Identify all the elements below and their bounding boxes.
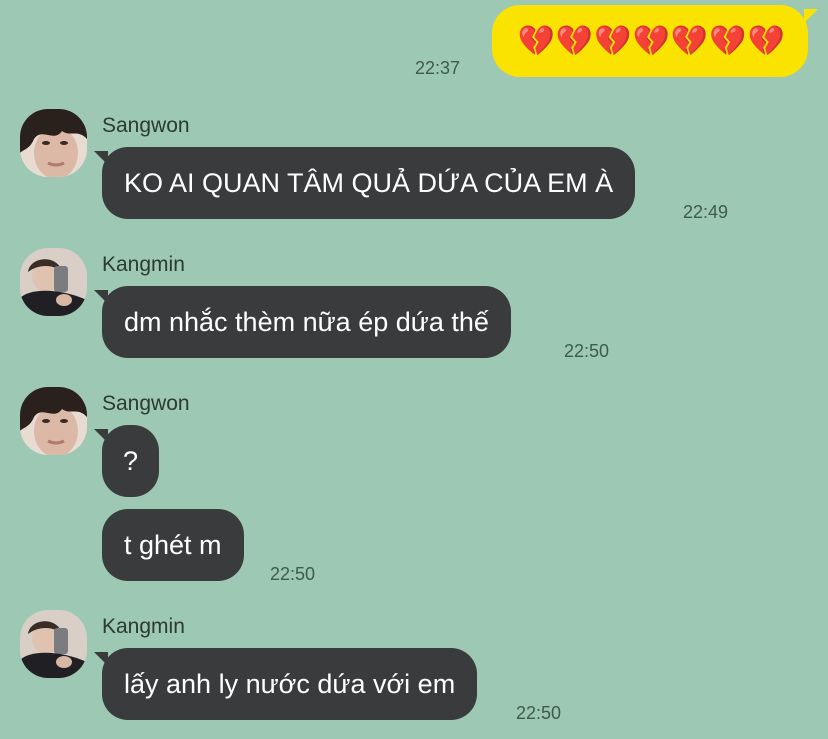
avatar[interactable] (20, 387, 87, 455)
chat-thread: 22:37 💔💔💔💔💔💔💔 Sangwon KO AI QUAN TÂM QUẢ… (0, 0, 828, 739)
message-time: 22:49 (683, 202, 729, 222)
message-bubble[interactable]: KO AI QUAN TÂM QUẢ DỨA CỦA EM À (93, 147, 636, 219)
avatar[interactable] (20, 109, 87, 177)
outgoing-message: 💔💔💔💔💔💔💔 (491, 5, 819, 77)
sender-name: Sangwon (102, 392, 190, 415)
message-bubble[interactable]: dm nhắc thèm nữa ép dứa thế (94, 286, 511, 358)
sender-name: Kangmin (102, 615, 185, 638)
message-time: 22:50 (564, 341, 610, 361)
sender-name: Sangwon (102, 114, 190, 137)
message-bubble[interactable]: lấy anh ly nước dứa với em (93, 648, 478, 720)
sender-name: Kangmin (102, 253, 185, 276)
avatar[interactable] (20, 610, 87, 678)
message-bubble[interactable]: ? (94, 425, 159, 497)
message-time: 22:50 (516, 703, 562, 723)
outgoing-bubble[interactable]: 💔💔💔💔💔💔💔 (491, 5, 819, 77)
message-bubble[interactable]: t ghét m (102, 509, 244, 581)
message-time: 22:50 (270, 564, 316, 584)
message-time: 22:37 (414, 58, 460, 78)
avatar[interactable] (20, 248, 87, 316)
